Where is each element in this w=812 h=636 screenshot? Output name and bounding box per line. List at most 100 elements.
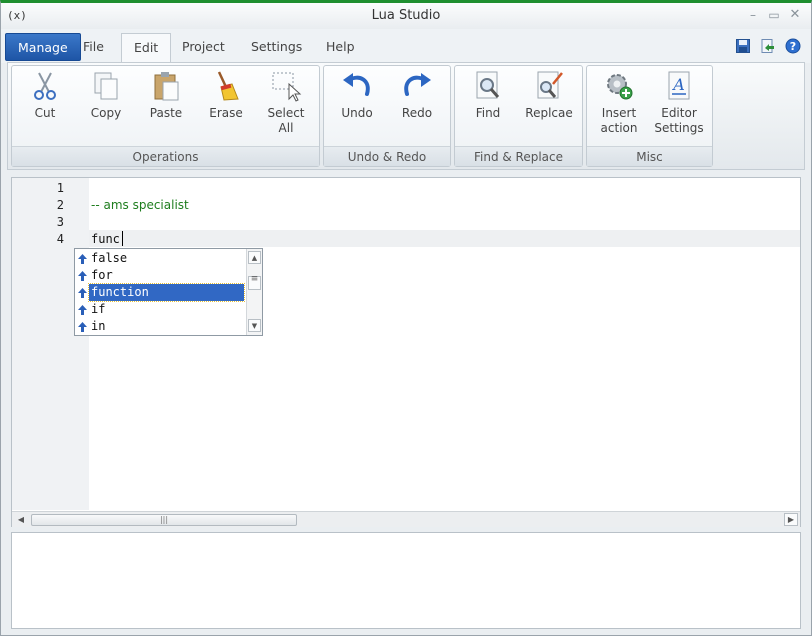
tab-help[interactable]: Help bbox=[314, 33, 367, 61]
export-icon[interactable] bbox=[760, 38, 776, 54]
keyword-arrow-icon bbox=[78, 322, 87, 332]
tab-file[interactable]: File bbox=[71, 33, 116, 61]
autocomplete-item-selected[interactable]: function bbox=[75, 283, 246, 302]
autocomplete-popup[interactable]: false for function if in ▲ ≡ ▼ bbox=[74, 248, 263, 336]
tab-edit[interactable]: Edit bbox=[121, 33, 172, 63]
group-label-operations: Operations bbox=[12, 146, 319, 166]
find-button[interactable]: Find bbox=[459, 68, 517, 146]
editor-settings-label-line1: Editor bbox=[661, 106, 697, 120]
tab-project[interactable]: Project bbox=[170, 33, 237, 61]
scroll-left-button[interactable]: ◀ bbox=[14, 513, 28, 526]
group-undo-redo: Undo Redo Undo & Redo bbox=[323, 65, 451, 167]
select-all-icon bbox=[272, 72, 302, 102]
insert-action-button[interactable]: Insert action bbox=[590, 68, 648, 146]
replace-button[interactable]: Replcae bbox=[520, 68, 578, 146]
editor-settings-icon: A bbox=[668, 71, 690, 100]
find-icon bbox=[476, 71, 500, 99]
line-number: 3 bbox=[56, 215, 64, 229]
horizontal-scroll-thumb[interactable]: ||| bbox=[31, 514, 297, 526]
autocomplete-item[interactable]: for bbox=[75, 267, 246, 284]
find-label: Find bbox=[475, 106, 501, 120]
ribbon: Cut Copy Paste Erase Select All Operatio… bbox=[7, 62, 805, 170]
tab-manage[interactable]: Manage bbox=[5, 33, 81, 61]
svg-text:A: A bbox=[671, 75, 685, 94]
autocomplete-item[interactable]: if bbox=[75, 301, 246, 318]
insert-action-icon bbox=[607, 74, 633, 100]
keyword-arrow-icon bbox=[78, 271, 87, 281]
save-icon[interactable] bbox=[735, 38, 751, 54]
close-button[interactable]: ✕ bbox=[787, 8, 803, 22]
window-title: Lua Studio bbox=[371, 8, 441, 23]
group-misc: Insert action A Editor Settings Misc bbox=[586, 65, 713, 167]
select-all-label-line2: All bbox=[278, 121, 294, 135]
copy-button[interactable]: Copy bbox=[77, 68, 135, 146]
menu-bar: Manage File Edit Project Settings Help ? bbox=[1, 29, 811, 63]
minimize-button[interactable]: – bbox=[745, 8, 761, 22]
group-find-replace: Find Replcae Find & Replace bbox=[454, 65, 583, 167]
text-caret bbox=[122, 231, 123, 246]
group-label-misc: Misc bbox=[587, 146, 712, 166]
erase-button[interactable]: Erase bbox=[197, 68, 255, 146]
keyword-arrow-icon bbox=[78, 254, 87, 264]
code-editor[interactable]: 1 2 3 4 -- ams specialist func false for… bbox=[11, 177, 801, 527]
line-number: 2 bbox=[56, 198, 64, 212]
replace-icon bbox=[537, 71, 563, 99]
keyword-arrow-icon bbox=[78, 288, 87, 298]
code-line-comment[interactable]: -- ams specialist bbox=[91, 198, 189, 212]
autocomplete-item[interactable]: false bbox=[75, 250, 246, 267]
cut-button[interactable]: Cut bbox=[16, 68, 74, 146]
insert-action-label-line2: action bbox=[600, 121, 638, 135]
line-number: 1 bbox=[56, 181, 64, 195]
paste-label: Paste bbox=[149, 106, 183, 120]
output-panel[interactable] bbox=[11, 532, 801, 629]
undo-button[interactable]: Undo bbox=[328, 68, 386, 146]
scroll-thumb[interactable]: ≡ bbox=[248, 275, 261, 290]
lua-studio-window: (x) Lua Studio – ▭ ✕ Manage File Edit Pr… bbox=[0, 0, 812, 636]
autocomplete-item[interactable]: in bbox=[75, 318, 246, 335]
autocomplete-scrollbar[interactable]: ▲ ≡ ▼ bbox=[246, 249, 262, 335]
select-all-button[interactable]: Select All bbox=[257, 68, 315, 146]
redo-button[interactable]: Redo bbox=[388, 68, 446, 146]
copy-label: Copy bbox=[90, 106, 122, 120]
redo-label: Redo bbox=[401, 106, 433, 120]
group-label-undo-redo: Undo & Redo bbox=[324, 146, 450, 166]
insert-action-label: Insert action bbox=[590, 106, 648, 136]
title-bar[interactable]: (x) Lua Studio – ▭ ✕ bbox=[1, 3, 811, 29]
erase-label: Erase bbox=[209, 106, 243, 120]
scroll-right-button[interactable]: ▶ bbox=[784, 513, 798, 526]
redo-icon bbox=[404, 73, 431, 96]
tab-settings[interactable]: Settings bbox=[239, 33, 314, 61]
editor-settings-button[interactable]: A Editor Settings bbox=[650, 68, 708, 146]
group-label-find-replace: Find & Replace bbox=[455, 146, 582, 166]
select-all-label: Select All bbox=[257, 106, 315, 136]
paste-icon bbox=[154, 72, 179, 101]
code-line-current[interactable]: func bbox=[91, 232, 120, 246]
autocomplete-item-label: if bbox=[91, 302, 106, 316]
keyword-arrow-icon bbox=[78, 305, 87, 315]
insert-action-label-line1: Insert bbox=[601, 106, 637, 120]
autocomplete-item-label: false bbox=[91, 251, 128, 265]
maximize-button[interactable]: ▭ bbox=[766, 8, 782, 22]
copy-icon bbox=[94, 72, 118, 100]
undo-icon bbox=[343, 73, 370, 96]
current-line-highlight bbox=[89, 230, 800, 247]
cut-label: Cut bbox=[34, 106, 56, 120]
autocomplete-item-label: in bbox=[91, 319, 106, 333]
scroll-down-button[interactable]: ▼ bbox=[248, 319, 261, 332]
svg-text:?: ? bbox=[790, 40, 796, 53]
autocomplete-item-label: for bbox=[91, 268, 113, 282]
replace-label: Replcae bbox=[525, 106, 573, 120]
line-number-gutter: 1 2 3 4 bbox=[12, 178, 89, 510]
undo-label: Undo bbox=[341, 106, 373, 120]
help-icon[interactable]: ? bbox=[785, 38, 801, 54]
editor-settings-label: Editor Settings bbox=[650, 106, 708, 136]
paste-button[interactable]: Paste bbox=[137, 68, 195, 146]
select-all-label-line1: Select bbox=[267, 106, 305, 120]
group-operations: Cut Copy Paste Erase Select All Operatio… bbox=[11, 65, 320, 167]
line-number: 4 bbox=[56, 232, 64, 246]
scroll-up-button[interactable]: ▲ bbox=[248, 251, 261, 264]
horizontal-scrollbar[interactable]: ◀ ||| ▶ bbox=[12, 511, 800, 527]
scissors-icon bbox=[34, 72, 56, 100]
broom-icon bbox=[217, 71, 239, 101]
editor-settings-label-line2: Settings bbox=[654, 121, 704, 135]
